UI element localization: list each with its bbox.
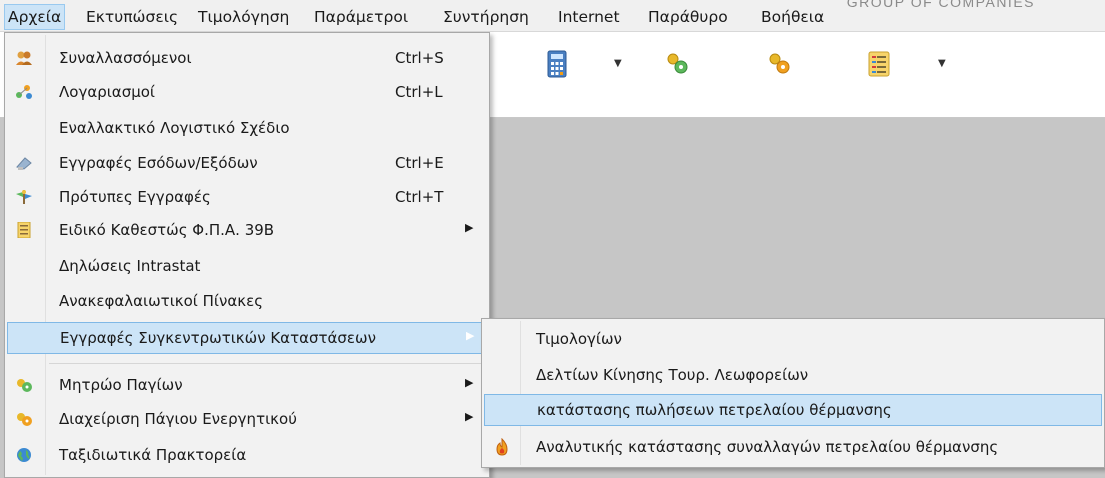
menu-invoicing[interactable]: Τιμολόγηση (195, 4, 292, 30)
menu-item-counterparties[interactable]: Συναλλασσόμενοι Ctrl+S (7, 43, 487, 73)
gears-yellow-icon[interactable] (766, 50, 792, 78)
gears-green-icon[interactable] (664, 50, 690, 78)
submenu-arrow-icon: ▶ (465, 221, 474, 234)
menu-item-template-entries[interactable]: Πρότυπες Εγγραφές Ctrl+T (7, 182, 487, 212)
submenu-arrow-icon: ▶ (465, 376, 474, 389)
menu-item-alt-chart-of-accounts[interactable]: Εναλλακτικό Λογιστικό Σχέδιο (7, 113, 487, 143)
menu-maintenance[interactable]: Συντήρηση (440, 4, 532, 30)
submenu-item-invoices[interactable]: Τιμολογίων (484, 324, 1102, 354)
menu-item-label: Λογαριασμοί (59, 83, 155, 101)
submenu-item-tour-bus-movement-notes[interactable]: Δελτίων Κίνησης Τουρ. Λεωφορείων (484, 360, 1102, 390)
menu-item-label: Εγγραφές Συγκεντρωτικών Καταστάσεων (60, 329, 376, 347)
menu-bar: Αρχεία Εκτυπώσεις Τιμολόγηση Παράμετροι … (0, 0, 1105, 32)
menu-item-accounts[interactable]: Λογαριασμοί Ctrl+L (7, 77, 487, 107)
menu-prints[interactable]: Εκτυπώσεις (83, 4, 181, 30)
report-icon[interactable] (866, 50, 892, 78)
menu-item-fixed-assets-management[interactable]: Διαχείριση Πάγιου Ενεργητικού ▶ (7, 404, 487, 434)
submenu-item-label: Αναλυτικής κατάστασης συναλλαγών πετρελα… (536, 438, 999, 456)
submenu-item-label: Τιμολογίων (536, 330, 622, 348)
menu-item-label: Πρότυπες Εγγραφές (59, 188, 211, 206)
menu-file[interactable]: Αρχεία (4, 4, 66, 30)
menu-item-label: Ειδικό Καθεστώς Φ.Π.Α. 39Β (59, 221, 275, 239)
submenu-item-heating-oil-sales-statement[interactable]: κατάστασης πωλήσεων πετρελαίου θέρμανσης (484, 394, 1102, 426)
report-dropdown-icon[interactable]: ▼ (938, 58, 948, 69)
submenu-item-heating-oil-transactions-detail[interactable]: Αναλυτικής κατάστασης συναλλαγών πετρελα… (484, 432, 1102, 462)
template-icon (15, 189, 33, 205)
menu-item-label: Δηλώσεις Intrastat (59, 257, 201, 275)
menu-item-travel-agencies[interactable]: Ταξιδιωτικά Πρακτορεία (7, 440, 487, 470)
menu-item-label: Εναλλακτικό Λογιστικό Σχέδιο (59, 119, 290, 137)
summary-statements-submenu: Τιμολογίων Δελτίων Κίνησης Τουρ. Λεωφορε… (481, 318, 1105, 468)
menu-item-shortcut: Ctrl+S (395, 49, 444, 67)
menu-item-label: Διαχείριση Πάγιου Ενεργητικού (59, 410, 297, 428)
submenu-arrow-icon: ▶ (466, 329, 475, 342)
accounts-icon (15, 84, 33, 100)
gears-yellow-icon (15, 411, 33, 427)
menu-item-label: Ανακεφαλαιωτικοί Πίνακες (59, 292, 264, 310)
document-icon (15, 221, 33, 239)
submenu-item-label: κατάστασης πωλήσεων πετρελαίου θέρμανσης (537, 401, 892, 419)
people-icon (15, 50, 33, 66)
menu-help[interactable]: Βοήθεια (758, 4, 827, 30)
menu-item-shortcut: Ctrl+L (395, 83, 443, 101)
menu-item-label: Μητρώο Παγίων (59, 376, 183, 394)
menu-item-shortcut: Ctrl+T (395, 188, 444, 206)
menu-separator (49, 363, 485, 364)
menu-item-special-vat-39b[interactable]: Ειδικό Καθεστώς Φ.Π.Α. 39Β ▶ (7, 215, 487, 245)
menu-item-label: Εγγραφές Εσόδων/Εξόδων (59, 154, 258, 172)
flame-icon (494, 437, 510, 456)
submenu-arrow-icon: ▶ (465, 410, 474, 423)
menu-item-shortcut: Ctrl+E (395, 154, 444, 172)
calculator-icon[interactable] (544, 50, 570, 78)
menu-item-summary-tables[interactable]: Ανακεφαλαιωτικοί Πίνακες (7, 286, 487, 316)
menu-item-label: Συναλλασσόμενοι (59, 49, 192, 67)
menu-item-income-expense-entries[interactable]: Εγγραφές Εσόδων/Εξόδων Ctrl+E (7, 148, 487, 178)
menu-item-label: Ταξιδιωτικά Πρακτορεία (59, 446, 247, 464)
file-menu: Συναλλασσόμενοι Ctrl+S Λογαριασμοί Ctrl+… (4, 32, 490, 478)
globe-icon (15, 447, 33, 463)
menu-parameters[interactable]: Παράμετροι (311, 4, 411, 30)
menu-item-fixed-assets-register[interactable]: Μητρώο Παγίων ▶ (7, 370, 487, 400)
menu-item-summary-statement-entries[interactable]: Εγγραφές Συγκεντρωτικών Καταστάσεων ▶ (7, 322, 487, 354)
brand-watermark: GROUP OF COMPANIES (846, 0, 1035, 10)
menu-internet[interactable]: Internet (555, 4, 623, 30)
submenu-item-label: Δελτίων Κίνησης Τουρ. Λεωφορείων (536, 366, 809, 384)
entries-icon (15, 155, 33, 171)
calculator-dropdown-icon[interactable]: ▼ (614, 58, 624, 69)
menu-window[interactable]: Παράθυρο (645, 4, 731, 30)
gears-green-icon (15, 377, 33, 393)
menu-item-intrastat[interactable]: Δηλώσεις Intrastat (7, 251, 487, 281)
